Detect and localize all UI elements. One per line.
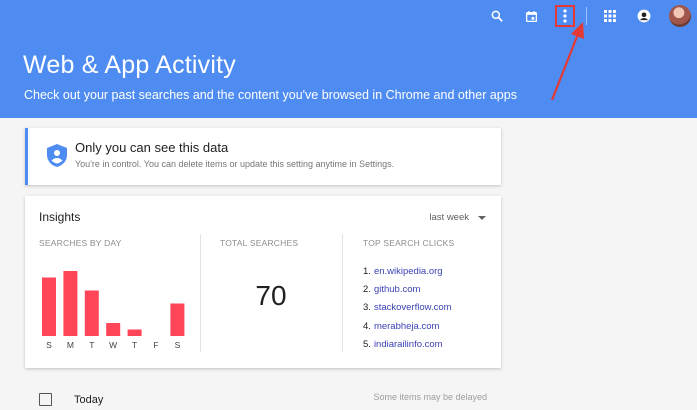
- shield-account-icon: [47, 144, 67, 167]
- notifications-button[interactable]: [633, 5, 655, 27]
- dropdown-arrow-icon: [478, 215, 486, 220]
- privacy-title: Only you can see this data: [75, 140, 229, 155]
- list-item: 3. stackoverflow.com: [363, 299, 452, 317]
- bar: [84, 290, 99, 336]
- insights-card: Insights last week SEARCHES BY DAY TOTAL…: [25, 196, 501, 368]
- range-dropdown[interactable]: last week: [429, 212, 486, 223]
- bar: [106, 323, 121, 336]
- searches-by-day-chart: SMTWTFS: [42, 271, 185, 350]
- calendar-icon: [525, 10, 537, 22]
- header-banner: Web & App Activity Check out your past s…: [0, 0, 697, 118]
- day-label: S: [175, 340, 181, 350]
- apps-button[interactable]: [599, 5, 621, 27]
- top-search-clicks-list: 1. en.wikipedia.org 2. github.com 3. stacko…: [363, 263, 452, 354]
- site-link[interactable]: indiarailinfo.com: [374, 339, 443, 350]
- rank: 5.: [363, 338, 371, 350]
- rank: 1.: [363, 266, 371, 277]
- list-item: 4. merabheja.com: [363, 318, 452, 336]
- list-item: 2. github.com: [363, 281, 452, 299]
- day-label: M: [67, 340, 74, 350]
- site-link[interactable]: stackoverflow.com: [374, 302, 452, 313]
- privacy-card: Only you can see this data You're in con…: [25, 128, 501, 185]
- day-label: S: [46, 340, 52, 350]
- top-toolbar: [474, 5, 691, 27]
- day-label: W: [109, 340, 117, 350]
- range-value: last week: [429, 212, 469, 223]
- rank: 4.: [363, 320, 371, 332]
- site-link[interactable]: github.com: [374, 284, 420, 295]
- rank: 2.: [363, 284, 371, 296]
- day-label: T: [132, 340, 137, 350]
- bar: [127, 329, 142, 336]
- column-divider: [342, 234, 343, 352]
- bar: [170, 303, 185, 336]
- more-options-button[interactable]: [555, 5, 575, 27]
- delay-note: Some items may be delayed: [373, 392, 487, 402]
- list-item: 5. indiarailinfo.com: [363, 336, 452, 354]
- rank: 3.: [363, 302, 371, 314]
- site-link[interactable]: en.wikipedia.org: [374, 266, 443, 277]
- apps-grid-icon: [604, 10, 616, 22]
- top-search-clicks-label: TOP SEARCH CLICKS: [363, 238, 455, 248]
- search-icon: [491, 10, 503, 22]
- account-circle-icon: [637, 9, 651, 23]
- group-label: Today: [74, 394, 104, 406]
- insights-title: Insights: [39, 210, 81, 224]
- bar: [42, 277, 56, 336]
- total-searches-label: TOTAL SEARCHES: [220, 238, 299, 248]
- day-label: F: [153, 340, 158, 350]
- toolbar-divider: [586, 7, 587, 25]
- select-all-checkbox[interactable]: [39, 393, 52, 406]
- searches-by-day-label: SEARCHES BY DAY: [39, 238, 122, 248]
- activity-group-row: Today Some items may be delayed: [25, 388, 501, 410]
- calendar-button[interactable]: [520, 5, 542, 27]
- search-button[interactable]: [486, 5, 508, 27]
- page-subtitle: Check out your past searches and the con…: [24, 88, 517, 102]
- day-label: T: [89, 340, 94, 350]
- more-vert-icon: [563, 9, 567, 23]
- privacy-text: You're in control. You can delete items …: [75, 159, 395, 169]
- avatar[interactable]: [669, 5, 691, 27]
- page-title: Web & App Activity: [23, 51, 236, 79]
- total-searches-value: 70: [255, 280, 287, 311]
- site-link[interactable]: merabheja.com: [374, 321, 439, 332]
- list-item: 1. en.wikipedia.org: [363, 263, 452, 281]
- bar: [63, 271, 78, 336]
